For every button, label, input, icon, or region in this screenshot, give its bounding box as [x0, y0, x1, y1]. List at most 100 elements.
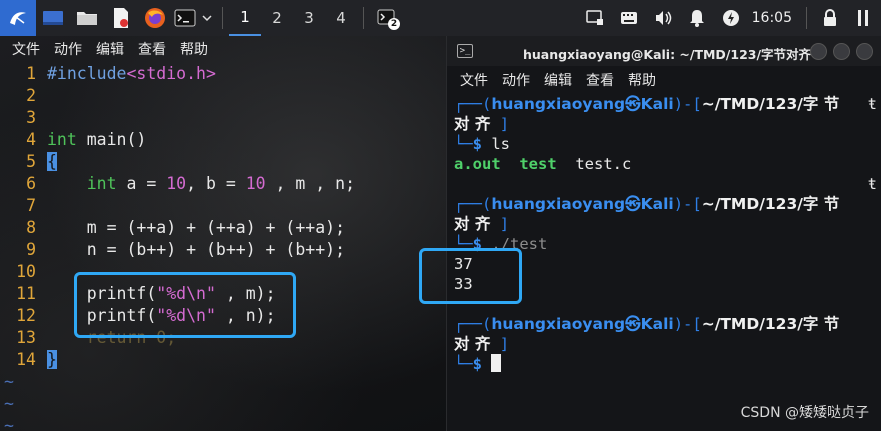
screen-capture-icon[interactable]	[578, 0, 612, 36]
code-line: 3	[0, 107, 446, 129]
line-number: 1	[26, 64, 36, 83]
editor-menubar: 文件 动作 编辑 查看 帮助	[0, 36, 446, 62]
lock-screen-icon[interactable]	[813, 0, 847, 36]
include-header: <stdio.h>	[126, 64, 216, 83]
top-panel: 1 2 3 4 2 16:05	[0, 0, 881, 36]
menu-help[interactable]: 帮助	[628, 70, 656, 90]
menu-action[interactable]: 动作	[54, 39, 82, 59]
code-text: m = (++a) + (++a) + (++a);	[86, 218, 346, 237]
workspace-2-button[interactable]: 2	[261, 0, 293, 36]
ls-output: a.out test test.c	[454, 154, 879, 174]
workspace-label: 4	[336, 9, 346, 27]
type-keyword: int	[86, 174, 117, 193]
terminal-output[interactable]: ┌──(huangxiaoyang㉿Kali)-[~/TMD/123/字 节ŧ …	[454, 94, 879, 374]
code-area[interactable]: 1 #include<stdio.h> 2 3 4 int main() 5{ 6 …	[0, 63, 446, 431]
empty-line-marker: ~	[4, 372, 14, 391]
code-text: n = (b++) + (b++) + (b++);	[86, 240, 346, 259]
workspace-1-button[interactable]: 1	[229, 0, 261, 36]
keyboard-icon[interactable]	[612, 0, 646, 36]
main-signature: main()	[76, 130, 147, 149]
code-line: 2	[0, 85, 446, 107]
command-line: └─$	[454, 354, 879, 374]
code-line: 14}	[0, 349, 446, 371]
line-number: 9	[26, 240, 36, 259]
prompt-path: ~/TMD/123/字 节	[701, 95, 840, 113]
terminal-window-icon: >_	[457, 44, 473, 58]
firefox-icon[interactable]	[138, 0, 172, 36]
workspace-3-button[interactable]: 3	[293, 0, 325, 36]
workspace-4-button[interactable]: 4	[325, 0, 357, 36]
ls-entry: test.c	[575, 155, 632, 173]
minimize-button[interactable]	[810, 43, 827, 60]
line-number: 10	[16, 262, 36, 281]
prompt-line: ┌──(huangxiaoyang㉿Kali)-[~/TMD/123/字 节	[454, 195, 840, 213]
menu-file[interactable]: 文件	[460, 70, 488, 90]
open-brace: {	[47, 152, 57, 171]
show-desktop-icon[interactable]	[36, 0, 70, 36]
include-directive: #include	[47, 64, 127, 83]
menu-edit[interactable]: 编辑	[96, 39, 124, 59]
terminal-launcher-icon[interactable]	[172, 0, 198, 36]
prompt-path-wrap: 对 齐	[454, 215, 491, 233]
number-literal: 10	[166, 174, 187, 193]
code-line: 9 n = (b++) + (b++) + (b++);	[0, 239, 446, 261]
terminal-cursor	[491, 354, 502, 372]
empty-line-marker: ~	[4, 394, 14, 413]
workspace-label: 1	[240, 8, 250, 26]
prompt-line-wrap: 对 齐 ]	[454, 215, 510, 233]
terminal-task-button[interactable]: 2	[370, 0, 404, 36]
prompt-line-wrap: 对 齐 ]	[454, 335, 510, 353]
wrap-mark: ŧ	[867, 95, 877, 113]
terminal-titlebar[interactable]: >_ huangxiaoyang@Kali: ~/TMD/123/字节对齐	[447, 36, 881, 66]
code-text: a =	[116, 174, 167, 193]
line-number: 5	[26, 152, 36, 171]
menu-view[interactable]: 查看	[586, 70, 614, 90]
code-line: 5{	[0, 151, 446, 173]
code-text: , b =	[186, 174, 246, 193]
system-tray: 16:05	[578, 0, 881, 36]
terminal-window: >_ huangxiaoyang@Kali: ~/TMD/123/字节对齐 文件…	[419, 36, 881, 431]
printf-highlight-box	[74, 272, 296, 338]
csdn-watermark: CSDN @矮矮哒贞子	[740, 405, 869, 421]
type-keyword: int	[47, 130, 77, 149]
prompt-line: ┌──(huangxiaoyang㉿Kali)-[~/TMD/123/字 节ŧ	[454, 95, 877, 113]
panel-separator	[806, 7, 807, 29]
prompt-line-wrap: 对 齐 ]	[454, 115, 510, 133]
close-brace: }	[47, 350, 57, 369]
code-line: 8 m = (++a) + (++a) + (++a);	[0, 217, 446, 239]
menu-file[interactable]: 文件	[12, 39, 40, 59]
line-number: 4	[26, 130, 36, 149]
output-highlight-box	[419, 248, 522, 304]
window-controls	[810, 43, 873, 60]
menu-action[interactable]: 动作	[502, 70, 530, 90]
prompt-user: huangxiaoyang㉿Kali	[491, 315, 674, 333]
menu-edit[interactable]: 编辑	[544, 70, 572, 90]
power-manager-icon[interactable]	[714, 0, 748, 36]
close-button[interactable]	[856, 43, 873, 60]
ls-entry: a.out	[454, 155, 501, 173]
line-number: 3	[26, 108, 36, 127]
clock[interactable]: 16:05	[752, 10, 792, 26]
prompt-path: ~/TMD/123/字 节	[701, 315, 840, 333]
menu-help[interactable]: 帮助	[180, 39, 208, 59]
logout-icon[interactable]	[847, 0, 881, 36]
code-line: 1 #include<stdio.h>	[0, 63, 446, 85]
window-title: huangxiaoyang@Kali: ~/TMD/123/字节对齐	[523, 47, 812, 62]
blank-line: ŧ	[454, 174, 879, 194]
file-manager-icon[interactable]	[70, 0, 104, 36]
workspace-label: 2	[272, 9, 282, 27]
terminal-menubar: 文件 动作 编辑 查看 帮助	[447, 66, 881, 94]
kali-menu-icon[interactable]	[0, 0, 36, 36]
text-editor-icon[interactable]	[104, 0, 138, 36]
maximize-button[interactable]	[833, 43, 850, 60]
code-text: , m , n;	[265, 174, 355, 193]
panel-separator	[222, 7, 223, 29]
code-line: 6 int a = 10, b = 10 , m , n;	[0, 173, 446, 195]
menu-view[interactable]: 查看	[138, 39, 166, 59]
line-number: 2	[26, 86, 36, 105]
launcher-dropdown-icon[interactable]	[198, 0, 216, 36]
line-number: 6	[26, 174, 36, 193]
volume-icon[interactable]	[646, 0, 680, 36]
notifications-bell-icon[interactable]	[680, 0, 714, 36]
code-line: 7	[0, 195, 446, 217]
